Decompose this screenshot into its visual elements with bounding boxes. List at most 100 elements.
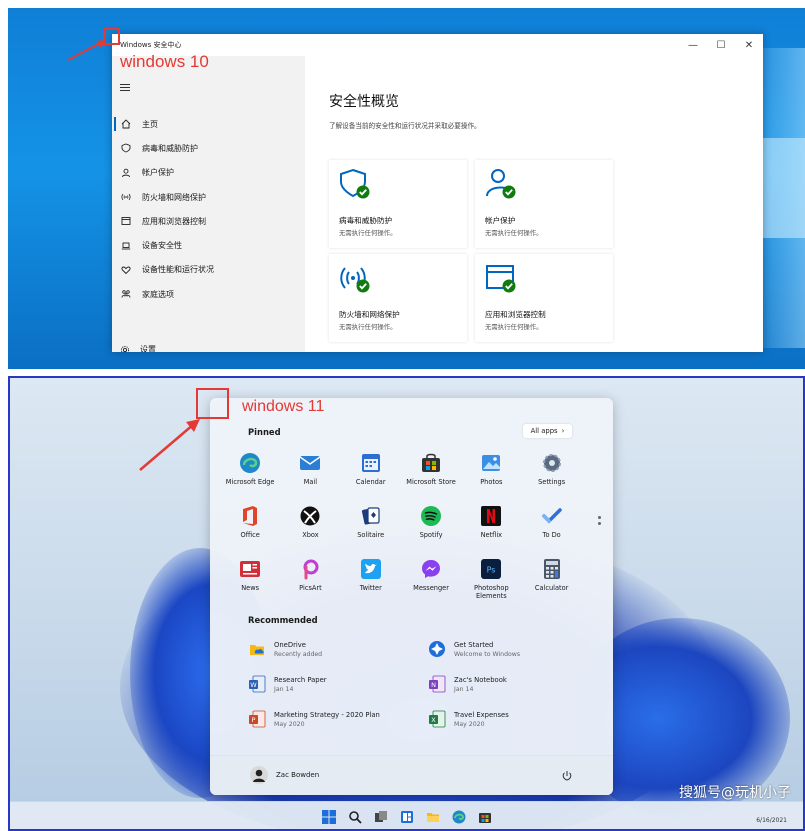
- annotation-arrow-icon: [67, 40, 106, 61]
- nav-item-app-browser-control[interactable]: 应用和浏览器控制: [112, 209, 305, 233]
- taskbar: 6/16/2021: [10, 801, 803, 829]
- heart-icon: [120, 264, 132, 276]
- app-xbox[interactable]: Xbox: [280, 505, 340, 550]
- task-view-icon[interactable]: [372, 809, 390, 825]
- edge-taskbar-icon[interactable]: [450, 809, 468, 825]
- card-firewall[interactable]: 防火墙和网络保护 无需执行任何操作。: [329, 254, 467, 342]
- todo-icon: [541, 505, 563, 527]
- recommended-item[interactable]: P Marketing Strategy - 2020 Plan May 202…: [248, 708, 428, 730]
- settings-icon: [541, 452, 563, 474]
- close-button[interactable]: ✕: [735, 34, 763, 56]
- app-spotify[interactable]: Spotify: [401, 505, 461, 550]
- nav-list: 主页 病毒和威胁防护 帐户保护 防火墙和网络保护 应用和浏览器控制 设备安全性 …: [112, 112, 305, 306]
- onenote-icon: N: [428, 675, 446, 693]
- nav-item-label: 应用和浏览器控制: [142, 216, 206, 226]
- pinned-heading: Pinned: [248, 427, 281, 437]
- app-office[interactable]: Office: [220, 505, 280, 550]
- app-microsoft-store[interactable]: Microsoft Store: [401, 452, 461, 497]
- settings-nav-item[interactable]: 设置: [120, 344, 156, 352]
- getstarted-icon: [428, 640, 446, 658]
- start-menu-footer: Zac Bowden: [210, 755, 613, 795]
- annotation-box: [196, 388, 229, 419]
- nav-item-device-security[interactable]: 设备安全性: [112, 233, 305, 257]
- nav-item-family-options[interactable]: 家庭选项: [112, 282, 305, 306]
- family-icon: [120, 288, 132, 300]
- browser-icon: [120, 215, 132, 227]
- user-account-button[interactable]: Zac Bowden: [250, 766, 319, 784]
- app-name: Calculator: [534, 584, 569, 592]
- card-title: 防火墙和网络保护: [339, 310, 400, 319]
- calendar-icon: [360, 452, 382, 474]
- app-calculator[interactable]: Calculator: [521, 558, 581, 603]
- powerpoint-icon: P: [248, 710, 266, 728]
- app-name: Spotify: [419, 531, 443, 539]
- card-status: 无需执行任何操作。: [485, 229, 543, 237]
- widgets-icon[interactable]: [398, 809, 416, 825]
- app-mail[interactable]: Mail: [280, 452, 340, 497]
- card-virus-protection[interactable]: 病毒和威胁防护 无需执行任何操作。: [329, 160, 467, 248]
- app-photos[interactable]: Photos: [461, 452, 521, 497]
- settings-label: 设置: [140, 345, 156, 352]
- file-explorer-icon[interactable]: [424, 809, 442, 825]
- card-account-protection[interactable]: 帐户保护 无需执行任何操作。: [475, 160, 613, 248]
- start-menu: Pinned All apps › Microsoft Edge Mail Ca…: [210, 398, 613, 795]
- nav-item-account-protection[interactable]: 帐户保护: [112, 161, 305, 185]
- app-to-do[interactable]: To Do: [521, 505, 581, 550]
- app-solitaire[interactable]: Solitaire: [341, 505, 401, 550]
- card-status: 无需执行任何操作。: [485, 323, 543, 331]
- twitter-icon: [360, 558, 382, 580]
- nav-item-label: 帐户保护: [142, 168, 174, 178]
- hamburger-menu-icon[interactable]: [120, 84, 130, 93]
- app-name: Settings: [538, 478, 566, 486]
- app-twitter[interactable]: Twitter: [341, 558, 401, 603]
- app-picsart[interactable]: PicsArt: [280, 558, 340, 603]
- page-title: 安全性概览: [329, 94, 399, 110]
- app-name: Messenger: [413, 584, 449, 592]
- app-photoshop-elements[interactable]: Ps Photoshop Elements: [461, 558, 521, 603]
- recommended-item[interactable]: OneDrive Recently added: [248, 638, 428, 660]
- app-name: Xbox: [302, 531, 319, 539]
- recommended-item[interactable]: Get Started Welcome to Windows: [428, 638, 598, 660]
- app-news[interactable]: News: [220, 558, 280, 603]
- all-apps-button[interactable]: All apps ›: [523, 424, 572, 438]
- page-dots-icon[interactable]: [598, 516, 602, 528]
- svg-text:P: P: [252, 716, 256, 724]
- recommended-item[interactable]: W Research Paper Jan 14: [248, 673, 428, 695]
- app-netflix[interactable]: Netflix: [461, 505, 521, 550]
- recommended-item-name: Get Started: [454, 640, 494, 649]
- app-name: Photos: [480, 478, 503, 486]
- app-name: News: [241, 584, 260, 592]
- card-app-browser-control[interactable]: 应用和浏览器控制 无需执行任何操作。: [475, 254, 613, 342]
- nav-item-device-health[interactable]: 设备性能和运行状况: [112, 258, 305, 282]
- card-status: 无需执行任何操作。: [339, 323, 397, 331]
- recommended-item[interactable]: N Zac's Notebook Jan 14: [428, 673, 598, 695]
- nav-item-label: 家庭选项: [142, 289, 174, 299]
- power-button[interactable]: [560, 769, 574, 783]
- recommended-item-subtitle: May 2020: [274, 720, 305, 728]
- calculator-icon: [541, 558, 563, 580]
- title-bar[interactable]: Windows 安全中心 — ☐ ✕: [112, 34, 763, 56]
- minimize-button[interactable]: —: [679, 34, 707, 56]
- spotify-icon: [420, 505, 442, 527]
- nav-item-home[interactable]: 主页: [112, 112, 305, 136]
- browser-check-icon: [485, 262, 519, 296]
- windows-start-icon[interactable]: [320, 809, 338, 825]
- store-taskbar-icon[interactable]: [476, 809, 494, 825]
- nav-item-firewall[interactable]: 防火墙和网络保护: [112, 185, 305, 209]
- power-icon: [562, 771, 572, 781]
- avatar: [250, 766, 268, 784]
- all-apps-label: All apps: [530, 427, 558, 435]
- app-microsoft-edge[interactable]: Microsoft Edge: [220, 452, 280, 497]
- office-icon: [239, 505, 261, 527]
- card-title: 应用和浏览器控制: [485, 310, 546, 319]
- nav-item-virus-protection[interactable]: 病毒和威胁防护: [112, 136, 305, 160]
- maximize-button[interactable]: ☐: [707, 34, 735, 56]
- recommended-item-name: Zac's Notebook: [454, 675, 507, 684]
- recommended-item[interactable]: X Travel Expenses May 2020: [428, 708, 598, 730]
- app-settings[interactable]: Settings: [521, 452, 581, 497]
- app-name: Mail: [303, 478, 318, 486]
- search-icon[interactable]: [346, 809, 364, 825]
- app-messenger[interactable]: Messenger: [401, 558, 461, 603]
- app-calendar[interactable]: Calendar: [341, 452, 401, 497]
- svg-text:X: X: [431, 716, 436, 724]
